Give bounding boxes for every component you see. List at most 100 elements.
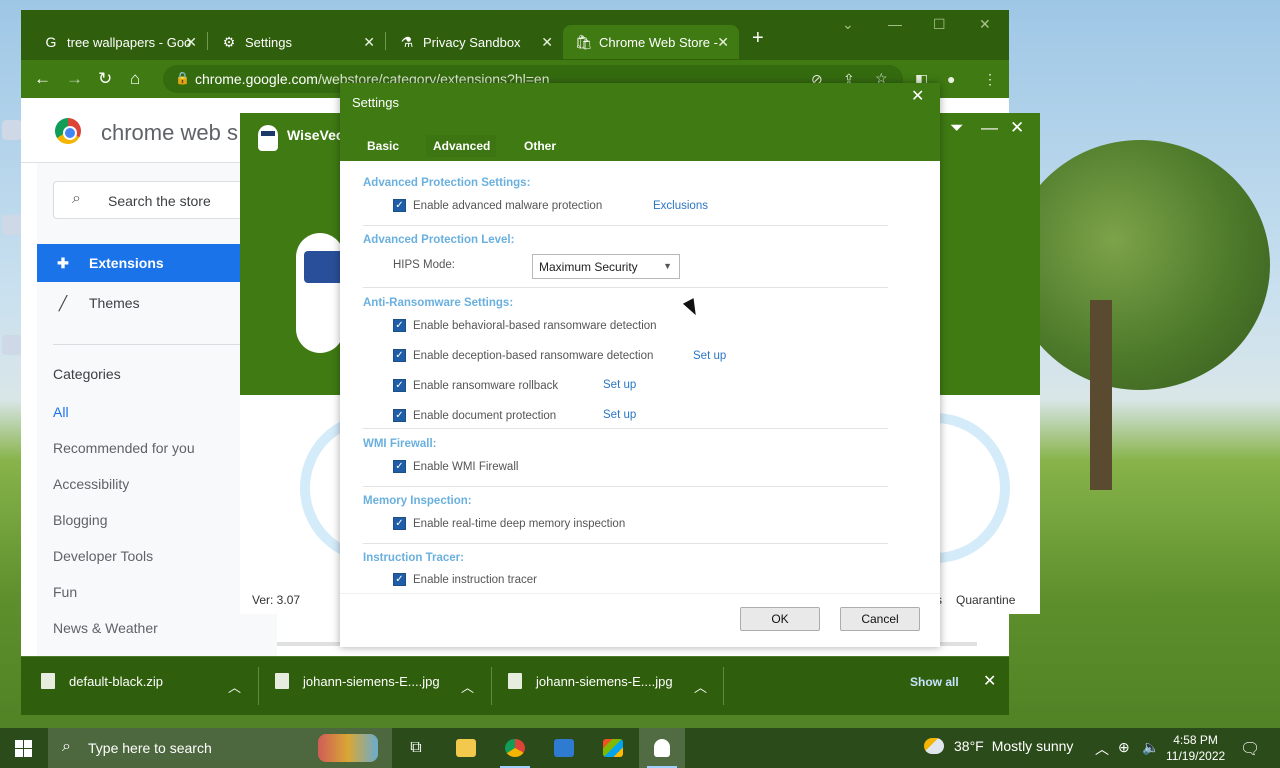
checkbox-checked[interactable]: ✓ bbox=[393, 349, 406, 362]
task-view-icon[interactable]: ⧉ bbox=[393, 728, 439, 768]
search-highlight-image bbox=[318, 734, 378, 762]
store-title: chrome web s bbox=[101, 120, 238, 145]
option-document-protection[interactable]: ✓ Enable document protection bbox=[393, 409, 556, 422]
hips-mode-select[interactable]: Maximum Security ▼ bbox=[532, 254, 680, 279]
checkbox-checked[interactable]: ✓ bbox=[393, 460, 406, 473]
category-blogging[interactable]: Blogging bbox=[53, 512, 108, 528]
tab-chrome-web-store[interactable]: 🛍 Chrome Web Store - ✕ bbox=[563, 25, 739, 59]
version-label: Ver: 3.07 bbox=[252, 593, 301, 607]
option-behavioral-detection[interactable]: ✓ Enable behavioral-based ransomware det… bbox=[393, 319, 657, 332]
chevron-up-icon[interactable]: ︿ bbox=[228, 677, 241, 696]
sidebar-item-extensions[interactable]: ✚ Extensions bbox=[37, 244, 261, 282]
network-globe-icon[interactable]: ⊕ bbox=[1118, 739, 1130, 756]
desktop-icon[interactable] bbox=[2, 215, 22, 235]
setup-document-link[interactable]: Set up bbox=[603, 409, 636, 421]
windows-start-icon[interactable] bbox=[15, 740, 32, 757]
setup-deception-link[interactable]: Set up bbox=[693, 350, 726, 362]
photos-icon[interactable] bbox=[541, 728, 587, 768]
tab-strip: G tree wallpapers - Goo ✕ ⚙ Settings ✕ ⚗… bbox=[21, 10, 1009, 60]
wisevector-taskbar-icon[interactable] bbox=[639, 728, 685, 768]
close-window-icon[interactable]: ✕ bbox=[979, 16, 991, 33]
maximize-icon[interactable]: ☐ bbox=[933, 16, 946, 33]
cancel-button[interactable]: Cancel bbox=[840, 607, 920, 631]
category-news-weather[interactable]: News & Weather bbox=[53, 620, 158, 636]
download-item[interactable]: johann-siemens-E....jpg bbox=[275, 673, 440, 689]
category-developer-tools[interactable]: Developer Tools bbox=[53, 548, 153, 564]
close-icon[interactable]: ✕ bbox=[1010, 118, 1024, 138]
file-explorer-icon[interactable] bbox=[443, 728, 489, 768]
quarantine-link[interactable]: Quarantine bbox=[956, 593, 1015, 607]
option-deception-detection[interactable]: ✓ Enable deception-based ransomware dete… bbox=[393, 349, 653, 362]
setup-rollback-link[interactable]: Set up bbox=[603, 379, 636, 391]
checkbox-checked[interactable]: ✓ bbox=[393, 199, 406, 212]
chevron-up-icon[interactable]: ︿ bbox=[1095, 739, 1109, 759]
desktop-icon[interactable] bbox=[2, 335, 22, 355]
weather-widget[interactable]: 38°F Mostly sunny bbox=[924, 738, 1073, 754]
download-item[interactable]: default-black.zip bbox=[41, 673, 163, 689]
close-tab-icon[interactable]: ✕ bbox=[363, 34, 375, 51]
taskbar-search-input[interactable]: ⌕ Type here to search bbox=[48, 728, 392, 768]
tab-settings[interactable]: ⚙ Settings ✕ bbox=[209, 25, 385, 59]
zip-file-icon bbox=[41, 673, 55, 689]
desktop-tree bbox=[1010, 140, 1270, 390]
option-malware-protection[interactable]: ✓ Enable advanced malware protection bbox=[393, 199, 602, 212]
section-anti-ransomware: Anti-Ransomware Settings: bbox=[363, 297, 514, 309]
close-icon[interactable]: ✕ bbox=[911, 86, 924, 106]
checkbox-checked[interactable]: ✓ bbox=[393, 409, 406, 422]
dropdown-arrow-icon: ▼ bbox=[663, 261, 672, 271]
show-all-downloads-link[interactable]: Show all bbox=[910, 675, 959, 689]
wisevector-logo bbox=[258, 125, 278, 151]
volume-icon[interactable]: 🔈 bbox=[1142, 739, 1159, 756]
tab-other[interactable]: Other bbox=[524, 139, 556, 153]
exclusions-link[interactable]: Exclusions bbox=[653, 200, 708, 212]
divider bbox=[258, 667, 259, 705]
home-icon[interactable]: ⌂ bbox=[130, 69, 140, 89]
checkbox-checked[interactable]: ✓ bbox=[393, 573, 406, 586]
tab-tree-wallpapers[interactable]: G tree wallpapers - Goo ✕ bbox=[31, 25, 207, 59]
category-fun[interactable]: Fun bbox=[53, 584, 77, 600]
ok-button[interactable]: OK bbox=[740, 607, 820, 631]
option-memory-inspection[interactable]: ✓ Enable real-time deep memory inspectio… bbox=[393, 517, 625, 530]
chrome-icon[interactable] bbox=[492, 728, 538, 768]
new-tab-button[interactable]: + bbox=[752, 27, 764, 50]
reload-icon[interactable]: ↻ bbox=[98, 69, 112, 89]
profile-icon[interactable]: ● bbox=[947, 71, 955, 87]
checkbox-checked[interactable]: ✓ bbox=[393, 319, 406, 332]
option-instruction-tracer[interactable]: ✓ Enable instruction tracer bbox=[393, 573, 537, 586]
store-icon[interactable] bbox=[590, 728, 636, 768]
checkbox-checked[interactable]: ✓ bbox=[393, 379, 406, 392]
checkbox-checked[interactable]: ✓ bbox=[393, 517, 406, 530]
minimize-icon[interactable]: — bbox=[981, 118, 998, 138]
back-icon[interactable]: ← bbox=[34, 69, 51, 89]
close-tab-icon[interactable]: ✕ bbox=[717, 34, 729, 51]
taskbar: ⌕ Type here to search ⧉ 38°F Mostly sunn… bbox=[0, 728, 1280, 768]
forward-icon[interactable]: → bbox=[66, 69, 83, 89]
tab-privacy-sandbox[interactable]: ⚗ Privacy Sandbox ✕ bbox=[387, 25, 563, 59]
category-recommended[interactable]: Recommended for you bbox=[53, 440, 195, 456]
close-tab-icon[interactable]: ✕ bbox=[541, 34, 553, 51]
option-ransomware-rollback[interactable]: ✓ Enable ransomware rollback bbox=[393, 379, 558, 392]
category-accessibility[interactable]: Accessibility bbox=[53, 476, 129, 492]
tab-basic[interactable]: Basic bbox=[367, 139, 399, 153]
category-all[interactable]: All bbox=[53, 404, 69, 420]
menu-dropdown-icon[interactable]: ⏷ bbox=[950, 118, 964, 138]
sidebar-item-themes[interactable]: ╱ Themes bbox=[37, 284, 261, 322]
close-downloads-icon[interactable]: ✕ bbox=[983, 671, 996, 691]
notification-icon[interactable]: 🗨 bbox=[1240, 739, 1260, 759]
close-tab-icon[interactable]: ✕ bbox=[185, 34, 197, 51]
chrome-web-store-logo bbox=[55, 118, 81, 144]
chevron-up-icon[interactable]: ︿ bbox=[694, 677, 707, 696]
divider bbox=[491, 667, 492, 705]
dialog-title: Settings bbox=[352, 95, 399, 110]
desktop-icon[interactable] bbox=[2, 120, 22, 140]
tab-search-icon[interactable]: ⌄ bbox=[842, 16, 854, 33]
system-clock[interactable]: 4:58 PM 11/19/2022 bbox=[1166, 732, 1225, 764]
section-memory-inspection: Memory Inspection: bbox=[363, 495, 472, 507]
chevron-up-icon[interactable]: ︿ bbox=[461, 677, 474, 696]
download-item[interactable]: johann-siemens-E....jpg bbox=[508, 673, 673, 689]
divider bbox=[340, 593, 940, 594]
minimize-icon[interactable]: — bbox=[888, 16, 902, 32]
menu-icon[interactable]: ⋮ bbox=[983, 71, 997, 88]
option-wmi-firewall[interactable]: ✓ Enable WMI Firewall bbox=[393, 460, 518, 473]
tab-advanced[interactable]: Advanced bbox=[433, 139, 490, 153]
